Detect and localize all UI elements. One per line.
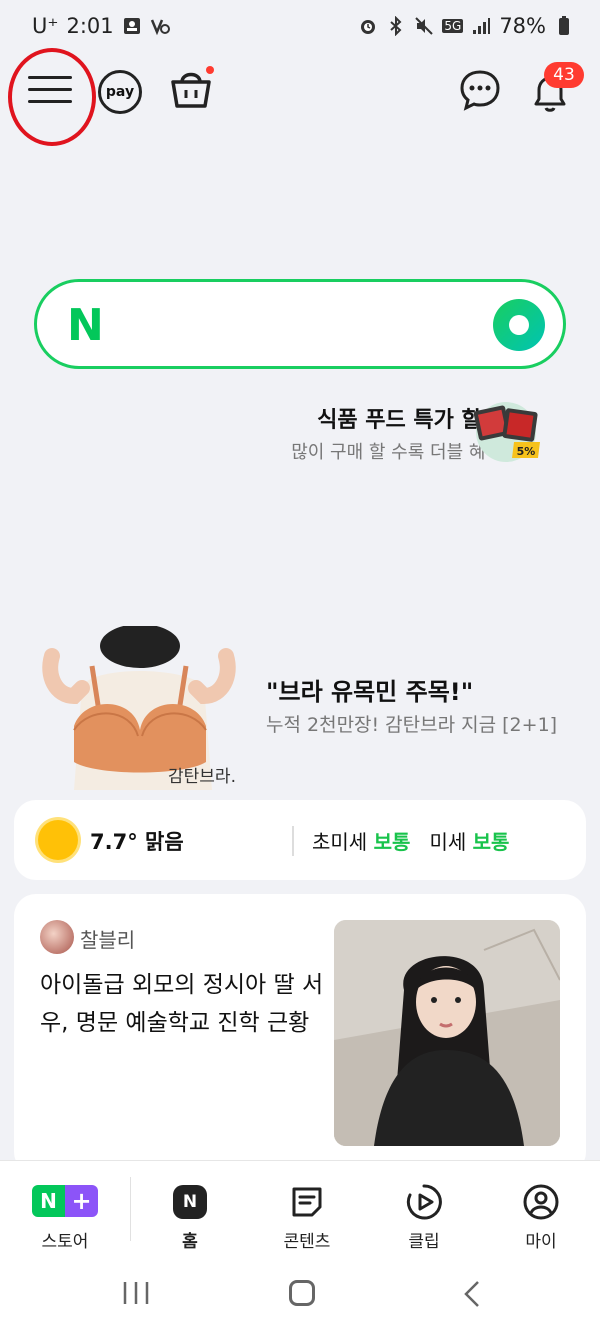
dust-label: 미세 xyxy=(429,830,467,854)
nav-item-store[interactable]: N + 스토어 xyxy=(10,1171,120,1252)
naver-plus-store-icon: N + xyxy=(32,1185,98,1217)
nav-label-contents: 콘텐츠 xyxy=(283,1232,331,1252)
notification-badge: 43 xyxy=(544,62,584,88)
network-type: 5G xyxy=(442,19,464,33)
mute-icon xyxy=(415,17,434,35)
news-headline[interactable]: 아이돌급 외모의 정시아 딸 서우, 명문 예술학교 진학 근황 xyxy=(40,966,330,1042)
battery-percent: 78% xyxy=(499,14,546,38)
contact-card-icon xyxy=(123,18,140,34)
notification-count: 43 xyxy=(553,65,575,85)
store-logo-plus: + xyxy=(65,1185,98,1217)
highlight-annotation-circle xyxy=(8,48,96,146)
dust-value: 보통 xyxy=(472,830,510,854)
meat-gift-box-image: 5% xyxy=(473,402,540,462)
alarm-icon xyxy=(361,20,376,34)
bra-promo-subtitle: 누적 2천만장! 감탄브라 지금 [2+1] xyxy=(266,714,558,736)
cart-notification-dot xyxy=(206,66,214,74)
volte-icon xyxy=(150,19,170,36)
recent-apps-icon[interactable] xyxy=(122,1280,150,1306)
fine-dust-value: 보통 xyxy=(373,830,411,854)
nav-label-my: 마이 xyxy=(525,1232,557,1252)
nav-item-home[interactable]: N 홈 xyxy=(135,1171,245,1252)
bluetooth-icon xyxy=(390,16,402,36)
search-dot-icon xyxy=(509,315,529,335)
profile-icon xyxy=(523,1184,559,1220)
chat-icon[interactable] xyxy=(458,68,502,112)
discount-badge: 5% xyxy=(517,445,536,458)
nav-item-contents[interactable]: 콘텐츠 xyxy=(252,1171,362,1252)
weather-divider xyxy=(292,826,294,856)
contents-icon xyxy=(292,1187,322,1217)
pay-button[interactable]: pay xyxy=(98,70,142,114)
signal-icon xyxy=(473,18,491,34)
pay-label: pay xyxy=(105,84,135,100)
nav-divider xyxy=(130,1177,131,1241)
back-icon[interactable] xyxy=(462,1280,482,1308)
weather-card[interactable]: 7.7° 맑음 초미세 보통 미세 보통 xyxy=(14,800,586,880)
news-thumbnail-image[interactable] xyxy=(334,920,560,1146)
nav-item-my[interactable]: 마이 xyxy=(486,1171,596,1252)
author-name: 찰블리 xyxy=(80,928,136,952)
fine-dust-label: 초미세 xyxy=(312,830,368,854)
nav-label-home: 홈 xyxy=(182,1232,198,1252)
clip-play-icon xyxy=(406,1184,442,1220)
air-quality: 초미세 보통 미세 보통 xyxy=(312,826,509,855)
news-card[interactable]: 찰블리 아이돌급 외모의 정시아 딸 서우, 명문 예술학교 진학 근황 xyxy=(14,894,586,1174)
system-home-icon[interactable] xyxy=(289,1280,315,1306)
status-left: U⁺ 2:01 xyxy=(32,14,170,38)
bra-product-image: 감탄브라. xyxy=(34,626,244,790)
bra-promo-title: "브라 유목민 주목!" xyxy=(266,678,474,706)
sunny-icon xyxy=(38,820,78,860)
temperature: 7.7° xyxy=(90,830,138,854)
battery-icon xyxy=(559,16,569,35)
search-button[interactable] xyxy=(493,299,545,351)
status-right: 5G 78% xyxy=(358,14,574,38)
top-bar: pay 43 xyxy=(0,48,600,146)
search-bar[interactable]: N xyxy=(34,279,566,369)
system-navigation-bar xyxy=(0,1250,600,1333)
nav-label-clip: 클립 xyxy=(408,1232,440,1252)
bottom-navigation: N + 스토어 N 홈 콘텐츠 클립 마이 xyxy=(0,1160,600,1252)
clock: 2:01 xyxy=(66,14,114,38)
bra-brand-caption: 감탄브라. xyxy=(168,767,236,787)
naver-logo: N xyxy=(67,300,104,351)
weather-condition: 맑음 xyxy=(145,830,184,854)
home-icon: N xyxy=(173,1185,207,1219)
store-logo-n: N xyxy=(32,1185,65,1217)
nav-label-store: 스토어 xyxy=(41,1232,89,1252)
author-avatar xyxy=(40,920,74,954)
carrier-label: U⁺ xyxy=(32,14,59,38)
weather-summary: 7.7° 맑음 xyxy=(90,826,184,856)
status-bar: U⁺ 2:01 5G 78% xyxy=(0,0,600,56)
nav-item-clip[interactable]: 클립 xyxy=(369,1171,479,1252)
